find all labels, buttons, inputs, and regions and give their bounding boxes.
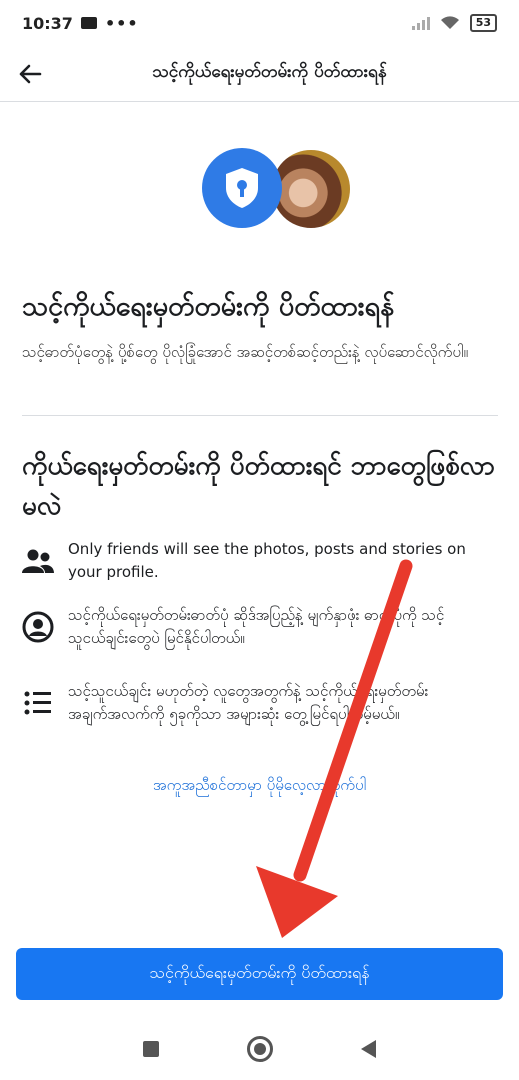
profile-circle-icon xyxy=(18,604,58,650)
profile-avatar xyxy=(270,148,352,230)
info-item-profile-details: သင့်သူငယ်ချင်း မဟုတ်တဲ့ လူတွေအတွက်နဲ့ သင… xyxy=(18,680,500,726)
shield-lock-icon xyxy=(226,168,258,208)
wifi-icon xyxy=(440,16,459,29)
hero-illustration xyxy=(0,142,519,242)
shield-badge xyxy=(202,148,282,228)
status-time: 10:37 xyxy=(22,13,73,33)
lock-profile-button[interactable]: သင့်ကိုယ်ရေးမှတ်တမ်းကို ပိတ်ထားရန် xyxy=(16,948,503,1000)
more-notifications-icon: ••• xyxy=(104,13,139,33)
back-arrow-icon[interactable] xyxy=(14,58,46,90)
message-icon xyxy=(80,17,97,29)
system-nav-bar xyxy=(0,1022,519,1076)
info-item-friends: Only friends will see the photos, posts … xyxy=(18,538,500,584)
status-left: 10:37 ••• xyxy=(22,14,139,33)
intro-description: သင့်ဓာတ်ပုံတွေနဲ့ ပို့စ်တွေ ပိုလုံခြုံအေ… xyxy=(22,343,469,361)
intro-title: သင့်ကိုယ်ရေးမှတ်တမ်းကို ပိတ်ထားရန် xyxy=(22,291,395,322)
friends-icon xyxy=(18,538,58,584)
help-center-link[interactable]: အကူအညီစင်တာမှာ ပိုမိုလေ့လာလိုက်ပါ xyxy=(0,776,519,798)
status-bar: 10:37 ••• 53 xyxy=(0,0,519,46)
what-happens-title: ကိုယ်ရေးမှတ်တမ်းကို ပိတ်ထားရင် ဘာတွေဖြစ်… xyxy=(22,451,495,521)
battery-indicator: 53 xyxy=(469,14,497,32)
recent-apps-icon[interactable] xyxy=(143,1041,159,1057)
section-divider xyxy=(22,415,498,416)
info-item-profile-photo: သင့်ကိုယ်ရေးမှတ်တမ်းဓာတ်ပုံ ဆိုဒ်အပြည့်န… xyxy=(18,604,500,650)
info-text-profile-details: သင့်သူငယ်ချင်း မဟုတ်တဲ့ လူတွေအတွက်နဲ့ သင… xyxy=(68,682,429,723)
signal-icon xyxy=(411,16,430,30)
app-header: သင့်ကိုယ်ရေးမှတ်တမ်းကို ပိတ်ထားရန် xyxy=(0,46,519,102)
header-title: သင့်ကိုယ်ရေးမှတ်တမ်းကို ပိတ်ထားရန် xyxy=(152,62,387,82)
back-triangle-icon[interactable] xyxy=(361,1040,376,1058)
info-text-friends: Only friends will see the photos, posts … xyxy=(68,540,466,581)
home-icon[interactable] xyxy=(247,1036,273,1062)
list-icon xyxy=(18,680,58,726)
status-right: 53 xyxy=(411,14,497,32)
info-text-profile-photo: သင့်ကိုယ်ရေးမှတ်တမ်းဓာတ်ပုံ ဆိုဒ်အပြည့်န… xyxy=(68,606,445,647)
